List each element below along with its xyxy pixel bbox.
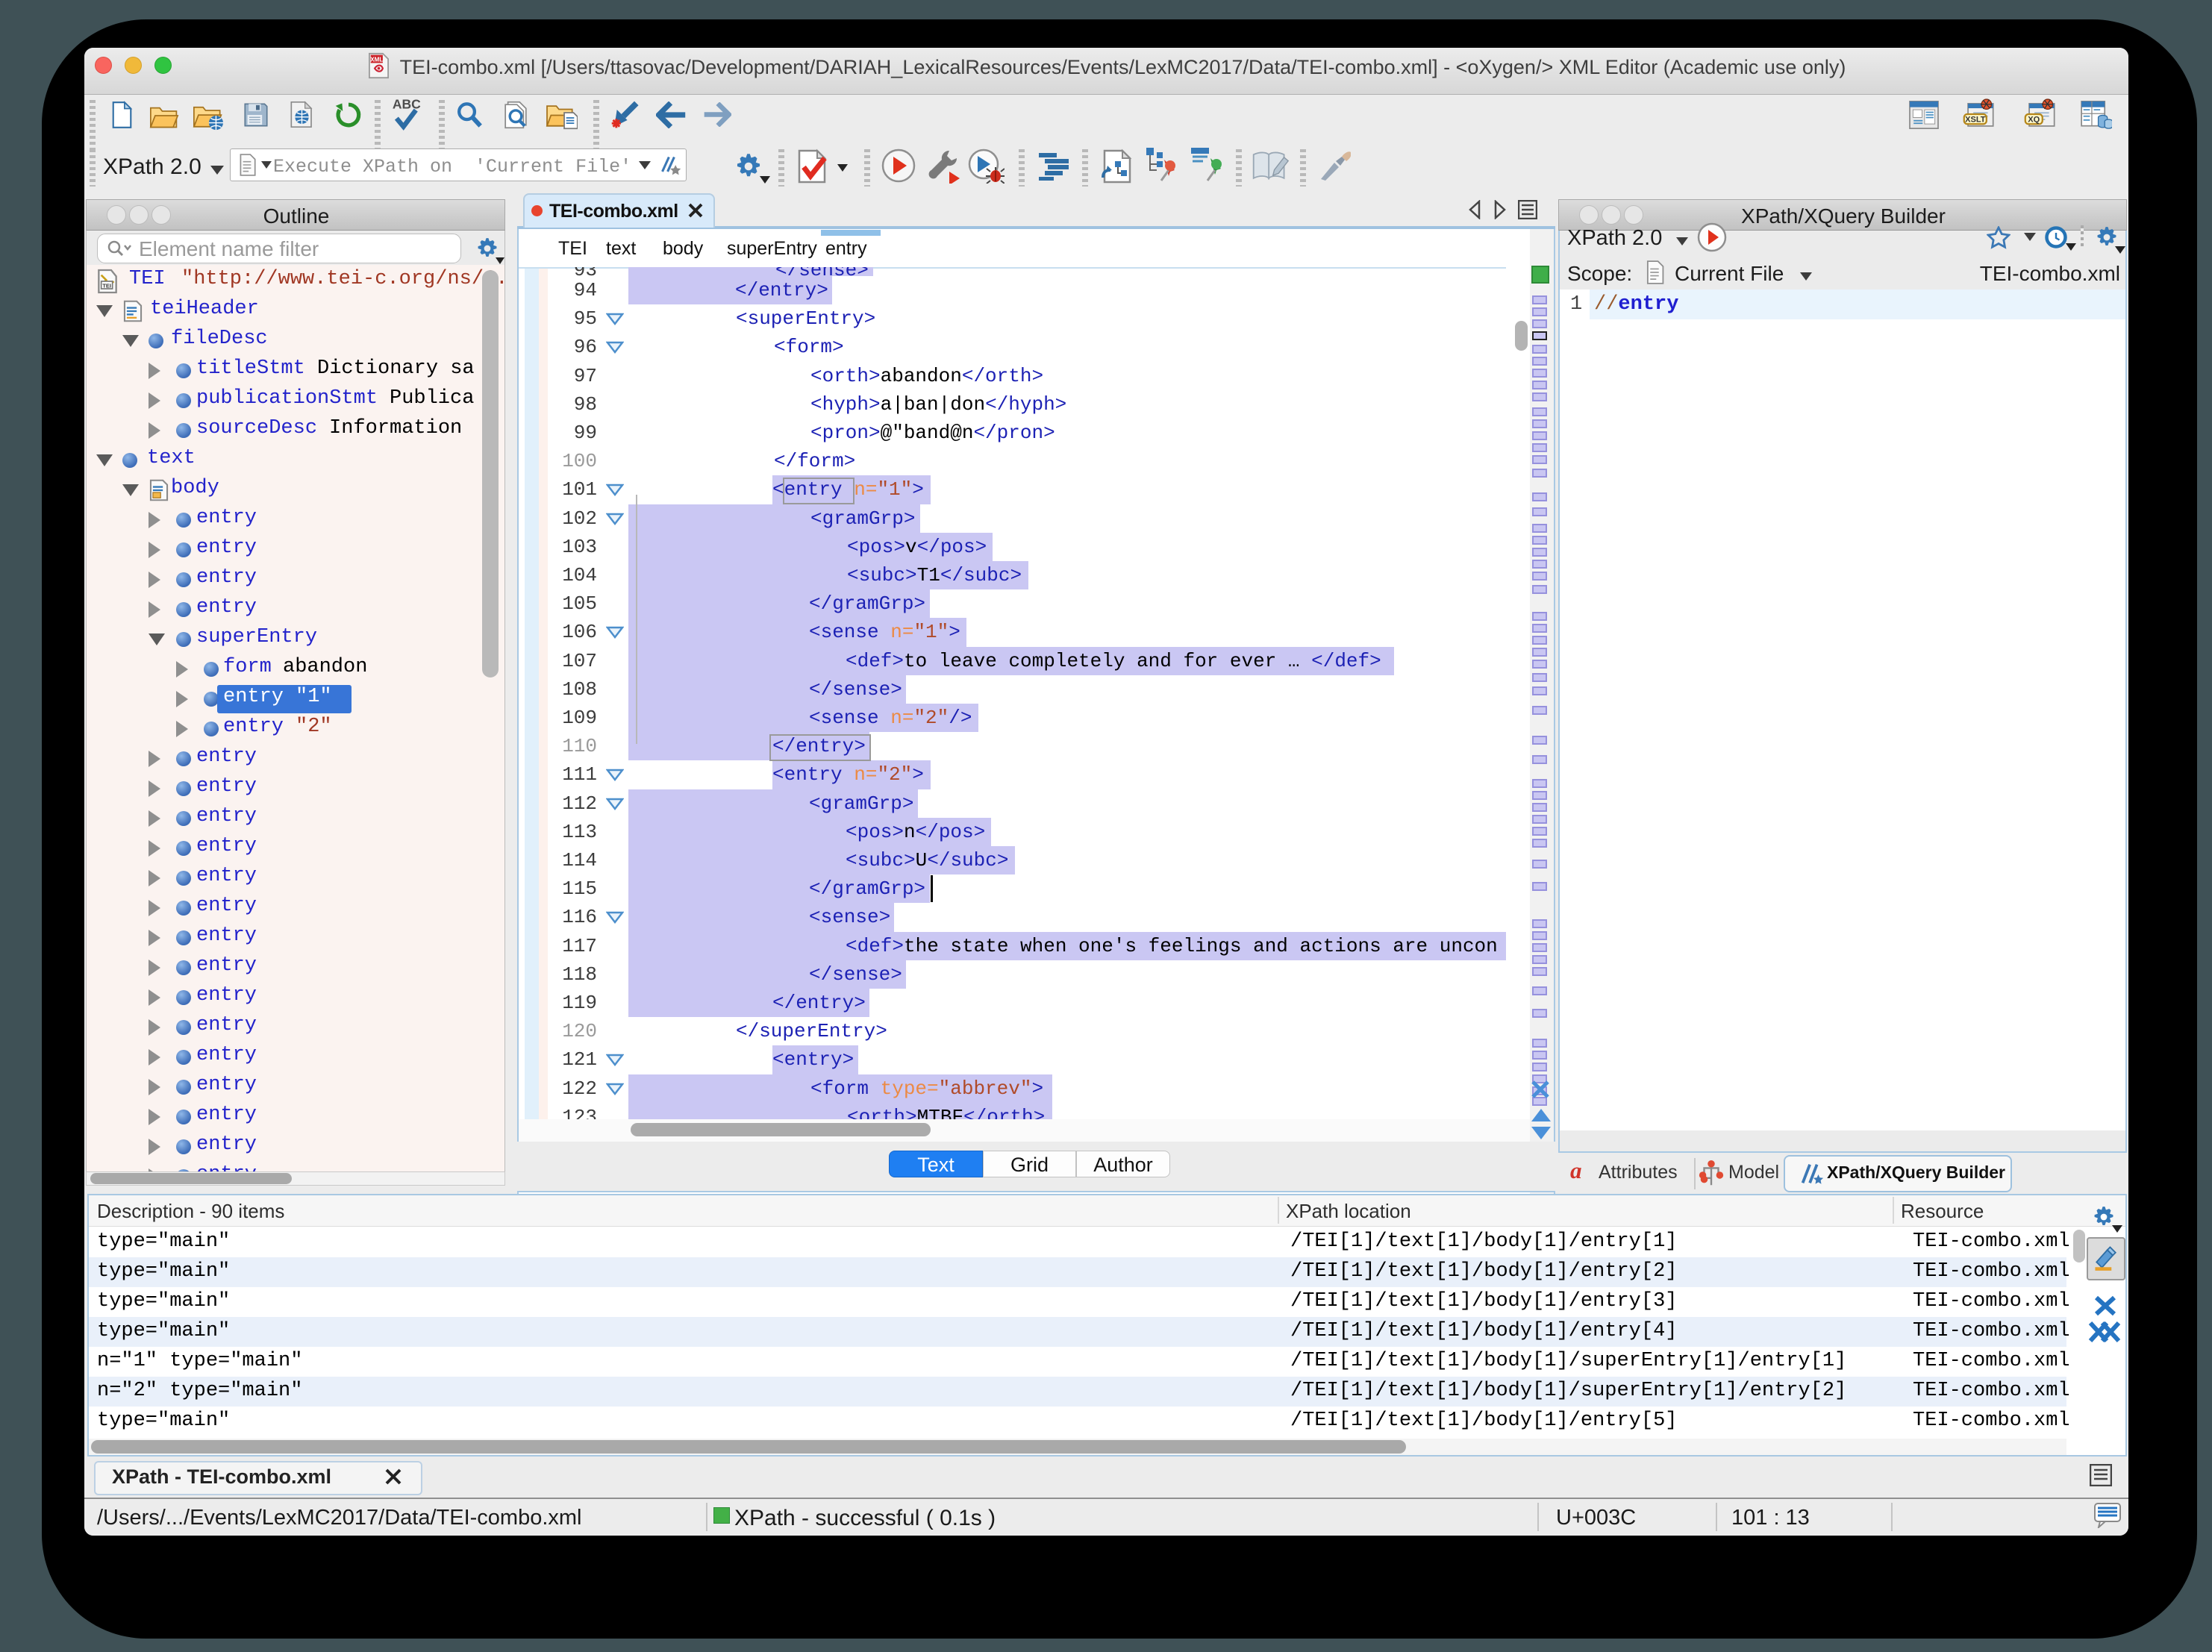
svg-text:XSLT: XSLT: [1965, 116, 1986, 125]
svg-text:TEI: TEI: [102, 282, 111, 289]
svg-text:XQ: XQ: [2028, 116, 2040, 125]
svg-text:XML: XML: [370, 57, 383, 63]
svg-text:ABC: ABC: [393, 97, 421, 112]
